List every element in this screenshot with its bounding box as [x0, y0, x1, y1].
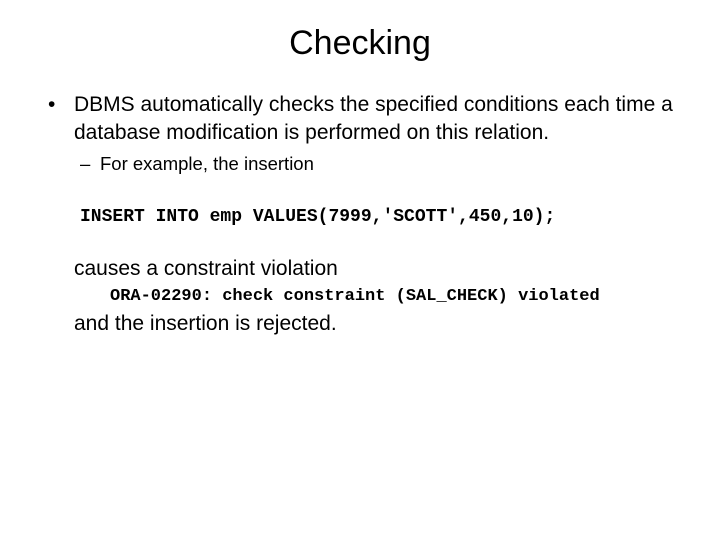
code-error: ORA-02290: check constraint (SAL_CHECK) …	[110, 287, 680, 306]
code-insert: INSERT INTO emp VALUES(7999,'SCOTT',450,…	[80, 207, 680, 227]
bullet-main-text: DBMS automatically checks the specified …	[74, 91, 680, 148]
bullet-dot: •	[40, 91, 74, 148]
bullet-sub: – For example, the insertion	[74, 152, 680, 177]
body-violation: causes a constraint violation	[74, 257, 680, 281]
bullet-sub-text: For example, the insertion	[100, 152, 680, 177]
bullet-main: • DBMS automatically checks the specifie…	[40, 91, 680, 148]
slide-title: Checking	[40, 24, 680, 63]
body-rejected: and the insertion is rejected.	[74, 312, 680, 336]
bullet-dash: –	[74, 152, 100, 177]
slide: Checking • DBMS automatically checks the…	[0, 0, 720, 336]
